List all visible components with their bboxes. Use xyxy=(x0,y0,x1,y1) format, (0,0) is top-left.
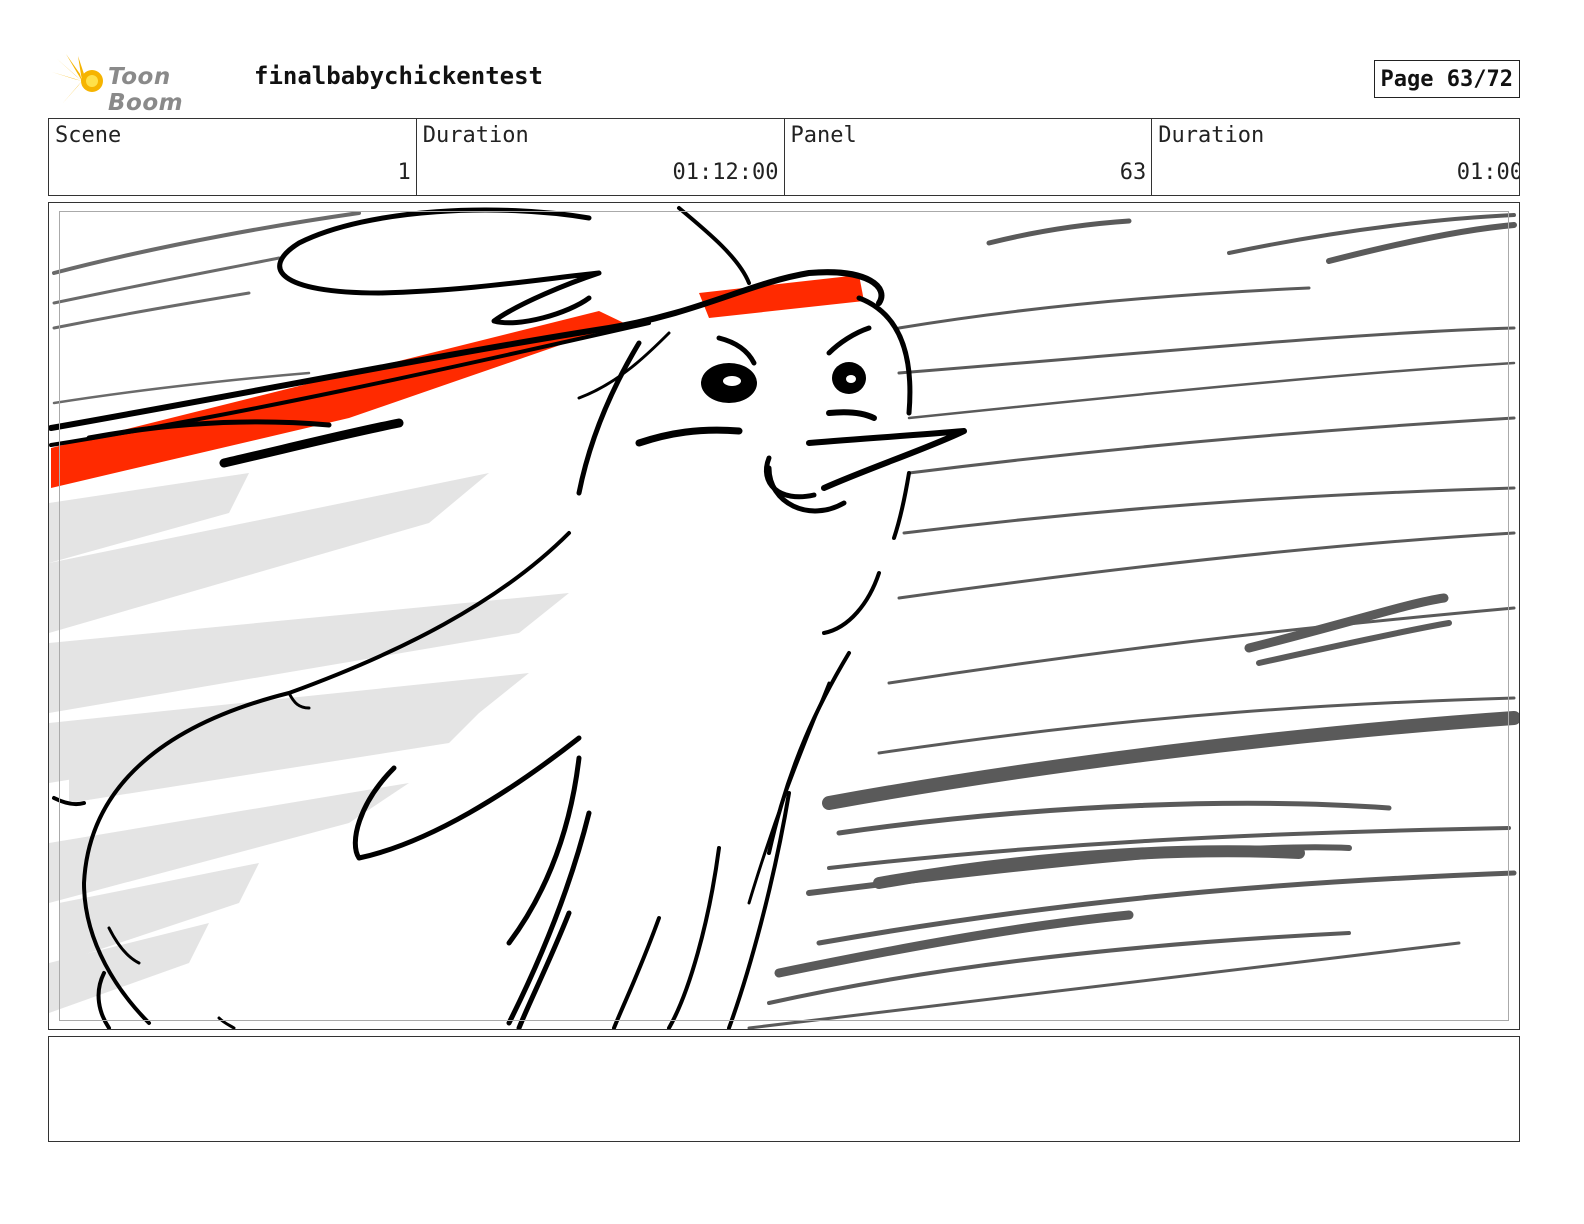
speed-lines-left xyxy=(52,211,361,405)
shadow-strokes xyxy=(49,473,569,1013)
storyboard-panel xyxy=(48,202,1520,1030)
scene-info-row: Scene 1 Duration 01:12:00 Panel 63 Durat… xyxy=(48,118,1520,196)
scene-label: Scene xyxy=(55,123,122,148)
panel-duration-value: 01:00 xyxy=(1456,160,1519,185)
panel-duration-cell: Duration 01:00 xyxy=(1152,119,1519,195)
scene-duration-value: 01:12:00 xyxy=(672,160,779,185)
toon-boom-logo: Toon Boom xyxy=(52,52,242,116)
scene-value: 1 xyxy=(397,160,411,185)
speed-lines xyxy=(747,213,1519,1029)
project-title: finalbabychickentest xyxy=(254,62,543,90)
panel-cell: Panel 63 xyxy=(785,119,1153,195)
panel-sketch xyxy=(49,206,1519,1029)
page-number: Page 63/72 xyxy=(1373,60,1520,98)
storyboard-header: Toon Boom finalbabychickentest Page 63/7… xyxy=(48,52,1520,116)
panel-value: 63 xyxy=(1119,160,1147,185)
scene-duration-cell: Duration 01:12:00 xyxy=(417,119,785,195)
logo-text: Toon Boom xyxy=(108,64,184,116)
scene-cell: Scene 1 xyxy=(49,119,417,195)
panel-notes xyxy=(48,1036,1520,1142)
panel-label: Panel xyxy=(790,123,857,148)
starburst-icon xyxy=(52,54,103,104)
scene-duration-label: Duration xyxy=(422,123,529,148)
panel-duration-label: Duration xyxy=(1158,123,1265,148)
